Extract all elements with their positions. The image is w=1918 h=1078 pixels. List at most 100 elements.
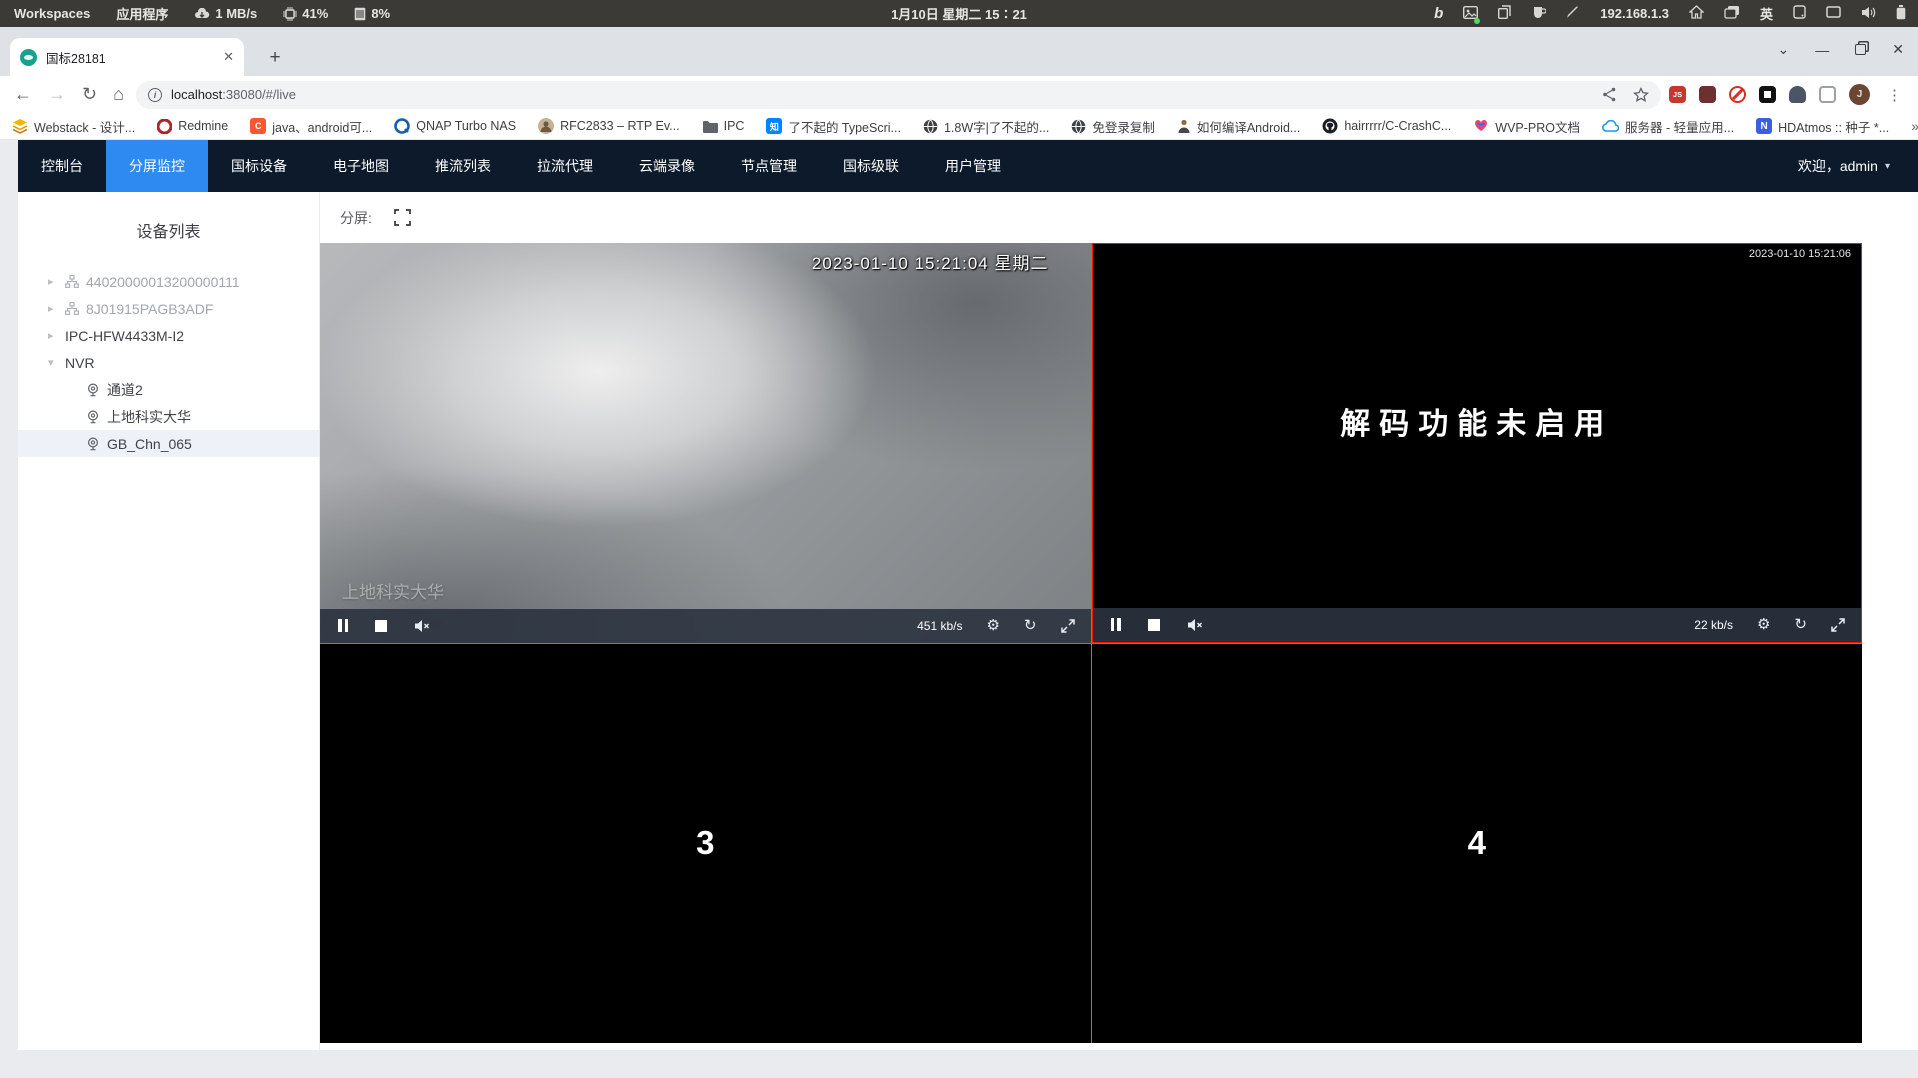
nav-item-split-screen[interactable]: 分屏监控 xyxy=(106,140,208,192)
color-picker-tray-icon[interactable] xyxy=(1566,5,1580,22)
tab-search-chevron-icon[interactable]: ⌄ xyxy=(1778,41,1790,58)
bookmarks-bar: Webstack - 设计... Redmine C java、android可… xyxy=(0,113,1918,140)
site-info-icon[interactable]: i xyxy=(147,87,162,102)
bing-tray-icon[interactable]: b xyxy=(1434,5,1443,22)
video-player-1[interactable]: 2023-01-10 15:21:04 星期二 上地科实大华 451 kb/s … xyxy=(320,243,1091,643)
bookmark-qnap[interactable]: QNAP Turbo NAS xyxy=(394,118,516,134)
nav-item-cloud-record[interactable]: 云端录像 xyxy=(616,140,718,192)
bookmark-folder-ipc[interactable]: IPC xyxy=(702,119,744,133)
pause-button[interactable] xyxy=(1110,618,1121,631)
forward-button[interactable]: → xyxy=(48,84,66,105)
stop-button[interactable] xyxy=(375,619,387,632)
tablet-tray-icon[interactable] xyxy=(1793,5,1806,22)
video-player-2[interactable]: 2023-01-10 15:21:06 解码功能未启用 22 kb/s ⚙ ↻ xyxy=(1091,243,1862,643)
window-switcher-tray-icon[interactable] xyxy=(1724,5,1740,22)
caret-right-icon[interactable]: ▸ xyxy=(48,302,58,315)
nav-item-pull-proxy[interactable]: 拉流代理 xyxy=(514,140,616,192)
extension-adblock-icon[interactable] xyxy=(1729,86,1746,103)
tree-channel-1[interactable]: 通道2 xyxy=(18,376,319,403)
tab-close-button[interactable]: ✕ xyxy=(223,49,234,65)
bookmark-rfc2833[interactable]: RFC2833 – RTP Ev... xyxy=(538,118,680,134)
minimize-button[interactable]: — xyxy=(1815,42,1829,58)
workspaces-button[interactable]: Workspaces xyxy=(14,6,90,21)
screenshot-tray-icon[interactable] xyxy=(1463,5,1481,24)
tree-node-ipc[interactable]: ▸ IPC-HFW4433M-I2 xyxy=(18,322,319,349)
video-player-3[interactable]: 3 xyxy=(320,643,1091,1043)
stop-button[interactable] xyxy=(1147,618,1160,631)
grid-2x2-button[interactable] xyxy=(434,207,456,229)
volume-muted-button[interactable] xyxy=(414,619,430,633)
url-input[interactable]: i localhost:38080/#/live xyxy=(135,80,1661,109)
fullscreen-button[interactable] xyxy=(392,207,414,229)
player-settings-button[interactable]: ⚙ xyxy=(1757,617,1770,632)
bookmark-wvp-docs[interactable]: WVP-PRO文档 xyxy=(1473,117,1580,136)
extension-outline-icon[interactable] xyxy=(1819,86,1836,103)
clock[interactable]: 1月10日 星期二 15∶21 xyxy=(891,4,1027,23)
nav-item-push-list[interactable]: 推流列表 xyxy=(412,140,514,192)
tree-node-device-2[interactable]: ▸ 8J01915PAGB3ADF xyxy=(18,295,319,322)
back-button[interactable]: ← xyxy=(14,84,32,105)
grid-3x3-button[interactable] xyxy=(476,207,498,229)
nav-item-dashboard[interactable]: 控制台 xyxy=(18,140,106,192)
profile-avatar[interactable]: J xyxy=(1849,84,1870,105)
player-fullscreen-button[interactable] xyxy=(1060,618,1075,633)
pause-button[interactable] xyxy=(338,619,348,632)
user-menu[interactable]: 欢迎，admin ▾ xyxy=(1798,156,1918,176)
battery-tray-icon[interactable] xyxy=(1896,4,1906,23)
bookmark-article-1[interactable]: 1.8W字|了不起的... xyxy=(923,117,1049,136)
caret-right-icon[interactable]: ▸ xyxy=(48,329,58,342)
bookmark-webstack[interactable]: Webstack - 设计... xyxy=(12,117,135,136)
tree-channel-3-selected[interactable]: GB_Chn_065 xyxy=(18,430,319,457)
browser-menu-button[interactable]: ⋮ xyxy=(1883,86,1906,104)
extension-dark-reader-icon[interactable] xyxy=(1759,86,1776,103)
caret-down-icon[interactable]: ▾ xyxy=(48,356,58,369)
bookmarks-overflow-button[interactable]: » xyxy=(1911,118,1918,134)
bookmark-github[interactable]: hairrrrr/C-CrashC... xyxy=(1322,118,1451,134)
tree-node-nvr[interactable]: ▾ NVR xyxy=(18,349,319,376)
display-icon xyxy=(1826,6,1841,18)
nav-item-gb-devices[interactable]: 国标设备 xyxy=(208,140,310,192)
reload-button[interactable]: ↻ xyxy=(82,84,97,105)
bookmark-csdn[interactable]: C java、android可... xyxy=(250,117,372,136)
caffeine-tray-icon[interactable] xyxy=(1531,6,1547,22)
video-player-4[interactable]: 4 xyxy=(1091,643,1862,1043)
home-tray-icon[interactable] xyxy=(1688,5,1705,22)
input-method-indicator[interactable]: 英 xyxy=(1760,4,1773,23)
browser-tab-strip: 国标28181 ✕ + ⌄ — ✕ xyxy=(0,27,1918,76)
extension-jsonviewer-icon[interactable]: JS xyxy=(1669,86,1686,103)
hdatmos-icon: N xyxy=(1756,118,1773,134)
player-refresh-button[interactable]: ↻ xyxy=(1024,618,1037,633)
volume-tray-icon[interactable] xyxy=(1861,6,1876,22)
share-icon[interactable] xyxy=(1602,87,1617,102)
nav-item-gb-cascade[interactable]: 国标级联 xyxy=(820,140,922,192)
volume-muted-button[interactable] xyxy=(1187,618,1203,632)
bookmark-redmine[interactable]: Redmine xyxy=(157,118,228,134)
bookmark-server[interactable]: 服务器 - 轻量应用... xyxy=(1602,117,1734,136)
tree-channel-2[interactable]: 上地科实大华 xyxy=(18,403,319,430)
bookmark-star-icon[interactable] xyxy=(1633,86,1649,103)
player-settings-button[interactable]: ⚙ xyxy=(986,618,999,633)
browser-tab[interactable]: 国标28181 ✕ xyxy=(10,38,244,76)
bookmark-zhihu[interactable]: 知 了不起的 TypeScri... xyxy=(766,117,901,136)
browser-home-button[interactable]: ⌂ xyxy=(113,84,124,105)
nav-item-user-manage[interactable]: 用户管理 xyxy=(922,140,1024,192)
new-tab-button[interactable]: + xyxy=(262,45,288,71)
extension-proxy-icon[interactable] xyxy=(1699,86,1716,103)
player-control-bar: 451 kb/s ⚙ ↻ xyxy=(320,608,1091,643)
display-tray-icon[interactable] xyxy=(1826,6,1841,21)
tree-node-device-1[interactable]: ▸ 44020000013200000111 xyxy=(18,268,319,295)
bookmark-nologin-copy[interactable]: 免登录复制 xyxy=(1071,117,1155,136)
nav-item-node-manage[interactable]: 节点管理 xyxy=(718,140,820,192)
bookmark-hdatmos[interactable]: N HDAtmos :: 种子 *... xyxy=(1756,117,1889,136)
extension-misc-icon[interactable] xyxy=(1789,86,1806,103)
bookmark-android-build[interactable]: 如何编译Android... xyxy=(1177,117,1300,136)
clipboard-tray-icon[interactable] xyxy=(1498,5,1511,22)
restore-button[interactable] xyxy=(1855,44,1867,55)
player-refresh-button[interactable]: ↻ xyxy=(1794,617,1807,632)
player-fullscreen-button[interactable] xyxy=(1831,617,1845,632)
applications-menu[interactable]: 应用程序 xyxy=(116,4,168,23)
nav-item-map[interactable]: 电子地图 xyxy=(310,140,412,192)
window-close-button[interactable]: ✕ xyxy=(1892,41,1904,58)
caret-right-icon[interactable]: ▸ xyxy=(48,275,58,288)
ip-address-indicator[interactable]: 192.168.1.3 xyxy=(1600,6,1669,21)
